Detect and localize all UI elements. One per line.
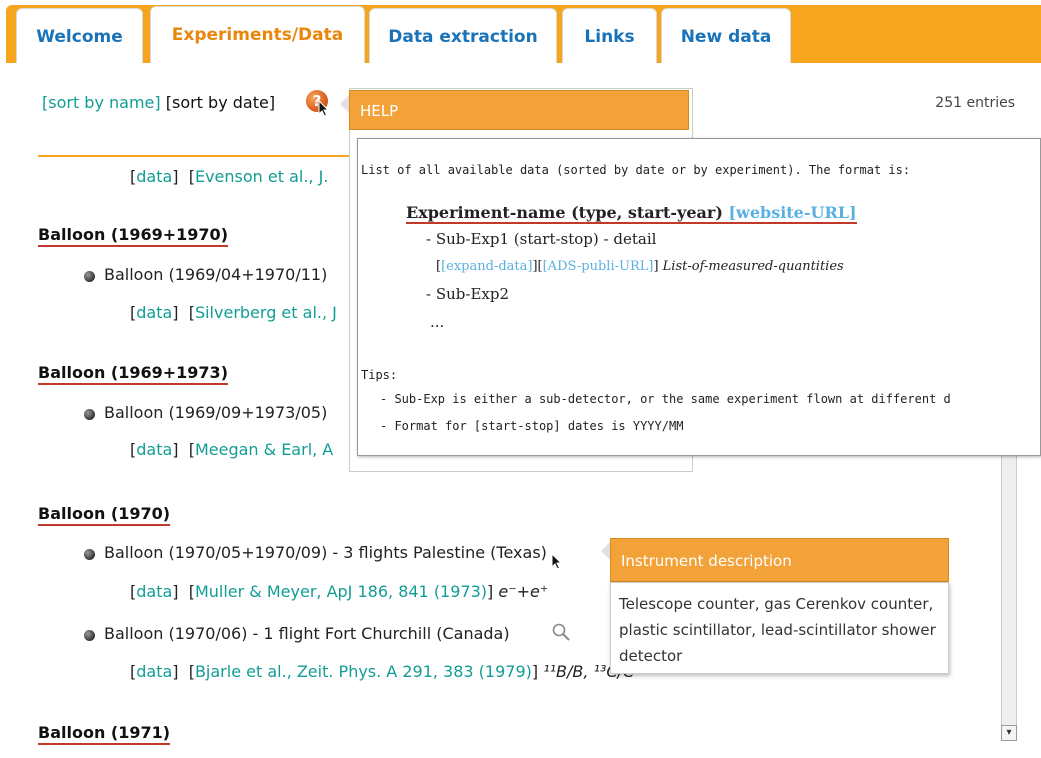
data-link[interactable]: data <box>136 167 172 186</box>
bullet-icon <box>84 630 95 641</box>
scroll-down-button[interactable]: ▾ <box>1001 725 1017 741</box>
list-item: Balloon (1970/05+1970/09) - 3 flights Pa… <box>104 543 547 562</box>
expand-data-link: [expand-data] <box>441 259 533 274</box>
instrument-description: Telescope counter, gas Cerenkov counter,… <box>610 582 949 674</box>
format-website: [website-URL] <box>728 203 857 222</box>
data-link[interactable]: data <box>136 440 172 459</box>
data-link[interactable]: data <box>136 582 172 601</box>
help-title: HELP <box>349 90 689 130</box>
bullet-icon <box>84 409 95 420</box>
format-links: [[expand-data]][[ADS-publi-URL]] List-of… <box>436 259 844 274</box>
format-sub2: - Sub-Exp2 <box>426 285 509 303</box>
help-intro: List of all available data (sorted by da… <box>361 163 911 177</box>
format-line: Experiment-name (type, start-year) [webs… <box>406 203 857 224</box>
bullet-icon <box>84 271 95 282</box>
format-dots: ... <box>430 313 445 331</box>
tooltip-pointer <box>601 542 610 560</box>
group-title[interactable]: Balloon (1969+1970) <box>38 225 228 247</box>
ads-link: [ADS-publi-URL] <box>542 259 654 274</box>
separator-line <box>38 155 360 157</box>
reference-link[interactable]: Silverberg et al., J <box>195 303 337 322</box>
reference-link[interactable]: Evenson et al., J. <box>195 167 328 186</box>
reference-link[interactable]: Bjarle et al., Zeit. Phys. A 291, 383 (1… <box>195 662 532 681</box>
tip-2: - Format for [start-stop] dates is YYYY/… <box>380 419 684 433</box>
data-link[interactable]: data <box>136 303 172 322</box>
mouse-cursor-icon <box>318 100 330 117</box>
list-item: Balloon (1969/04+1970/11) <box>104 265 328 284</box>
list-item: Balloon (1970/06) - 1 flight Fort Church… <box>104 624 510 643</box>
tab-new-data[interactable]: New data <box>661 8 791 63</box>
sort-by-date-link[interactable]: [sort by date] <box>166 93 275 112</box>
magnifier-icon[interactable] <box>551 622 571 642</box>
instrument-title: Instrument description <box>610 538 949 582</box>
reference-link[interactable]: Muller & Meyer, ApJ 186, 841 (1973) <box>195 582 487 601</box>
list-item-links: [data] [Meegan & Earl, A <box>130 440 334 459</box>
tip-1: - Sub-Exp is either a sub-detector, or t… <box>380 392 951 406</box>
format-sub1: - Sub-Exp1 (start-stop) - detail <box>426 230 657 248</box>
list-item: Balloon (1969/09+1973/05) <box>104 403 328 422</box>
reference-link[interactable]: Meegan & Earl, A <box>195 440 333 459</box>
list-item-links: [data] [Bjarle et al., Zeit. Phys. A 291… <box>130 662 635 681</box>
group-title[interactable]: Balloon (1971) <box>38 723 171 745</box>
popup-pointer <box>340 95 349 113</box>
format-quantities: List-of-measured-quantities <box>662 259 844 274</box>
measured-quantity: e⁻+e⁺ <box>498 582 549 601</box>
tab-welcome[interactable]: Welcome <box>16 8 143 63</box>
tab-links[interactable]: Links <box>562 8 657 63</box>
sort-controls: [sort by name] [sort by date] <box>42 93 275 112</box>
tab-experiments-data[interactable]: Experiments/Data <box>150 6 365 63</box>
help-content: List of all available data (sorted by da… <box>357 138 1041 456</box>
format-title: Experiment-name (type, start-year) <box>406 203 723 222</box>
group-title[interactable]: Balloon (1969+1973) <box>38 363 228 385</box>
sort-by-name-link[interactable]: [sort by name] <box>42 93 161 112</box>
scrollbar[interactable] <box>1001 455 1017 733</box>
group-title[interactable]: Balloon (1970) <box>38 504 171 526</box>
list-item-partial: [data] [Evenson et al., J. <box>130 167 329 186</box>
list-item-links: [data] [Silverberg et al., J <box>130 303 337 322</box>
bullet-icon <box>84 549 95 560</box>
entries-count: 251 entries <box>935 95 1015 111</box>
data-link[interactable]: data <box>136 662 172 681</box>
tips-label: Tips: <box>361 368 398 382</box>
tab-data-extraction[interactable]: Data extraction <box>369 8 557 63</box>
list-item-links: [data] [Muller & Meyer, ApJ 186, 841 (19… <box>130 582 549 601</box>
mouse-cursor-icon <box>551 553 563 570</box>
